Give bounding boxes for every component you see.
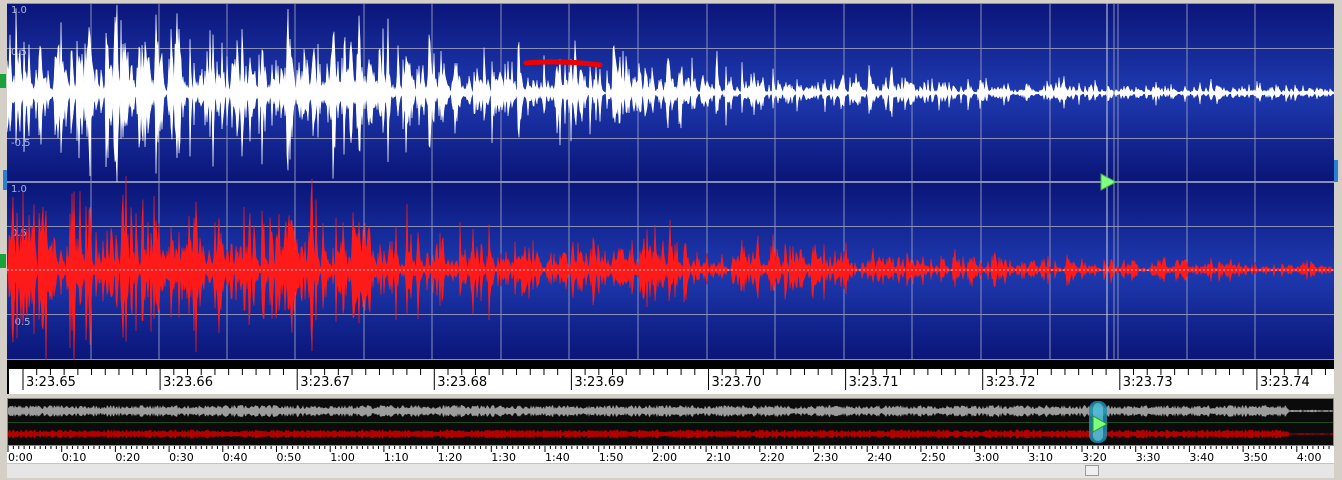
time-tick-label: 3:23.65 — [26, 375, 76, 390]
horizontal-scrollbar[interactable] — [7, 463, 1334, 478]
overview-tick-label: 0:10 — [62, 451, 87, 463]
overview-tick-label: 1:50 — [599, 451, 624, 463]
scrollbar-thumb[interactable] — [1085, 465, 1099, 476]
overview-tick-label: 0:30 — [169, 451, 194, 463]
overview-tick-label: 3:40 — [1189, 451, 1214, 463]
overview-tick-label: 0:00 — [8, 451, 33, 463]
overview-tick-label: 1:30 — [491, 451, 516, 463]
amplitude-label: -0.5 — [11, 138, 31, 149]
right-channel-marker[interactable] — [0, 254, 6, 268]
time-tick-label: 3:23.73 — [1123, 375, 1173, 390]
overview-tick-label: 2:30 — [814, 451, 839, 463]
overview-tick-label: 0:50 — [277, 451, 302, 463]
time-tick-label: 3:23.68 — [437, 375, 487, 390]
overview-tick-label: 1:40 — [545, 451, 570, 463]
time-tick-label: 3:23.74 — [1260, 375, 1310, 390]
overview-tick-label: 1:00 — [330, 451, 355, 463]
overview-tick-label: 3:30 — [1136, 451, 1161, 463]
waveform-canvas[interactable]: 1.00.50.0-0.51.00.50.0-0.5 — [7, 3, 1334, 360]
overview-tick-label: 0:20 — [115, 451, 140, 463]
overview-tick-label: 1:10 — [384, 451, 409, 463]
overview-tick-label: 2:40 — [867, 451, 892, 463]
amplitude-label: 1.0 — [11, 184, 27, 195]
amplitude-label: 1.0 — [11, 5, 27, 16]
overview-time-ruler[interactable]: 0:00 0:10 0:20 0:30 0:40 0:50 1:00 1:10 1:20 1:30… — [7, 446, 1334, 463]
overview-position-indicator[interactable] — [1089, 401, 1109, 443]
right-edge-marker[interactable] — [1334, 160, 1338, 182]
time-tick-label: 3:23.70 — [712, 375, 762, 390]
overview-tick-label: 2:00 — [652, 451, 677, 463]
overview-tick-label: 2:20 — [760, 451, 785, 463]
time-tick-label: 3:23.66 — [163, 375, 213, 390]
left-channel-marker[interactable] — [0, 74, 6, 88]
overview-tick-label: 0:40 — [223, 451, 248, 463]
overview-waveform[interactable] — [7, 398, 1334, 446]
time-tick-label: 3:23.72 — [986, 375, 1036, 390]
time-tick-label: 3:23.71 — [849, 375, 899, 390]
overview-tick-label: 2:10 — [706, 451, 731, 463]
overview-tick-label: 2:50 — [921, 451, 946, 463]
overview-tick-label: 3:20 — [1082, 451, 1107, 463]
overview-tick-label: 3:00 — [975, 451, 1000, 463]
time-tick-label: 3:23.67 — [300, 375, 350, 390]
left-channel-scroll-marker[interactable] — [3, 170, 7, 190]
time-tick-label: 3:23.69 — [574, 375, 624, 390]
waveform-view[interactable]: 1.00.50.0-0.51.00.50.0-0.5 — [7, 3, 1334, 360]
time-ruler[interactable]: 3:23.65 3:23.66 3:23.67 3:23.68 3:23.69 3:23.… — [7, 360, 1334, 394]
overview-tick-label: 3:50 — [1243, 451, 1268, 463]
overview-tick-label: 3:10 — [1028, 451, 1053, 463]
overview-tick-label: 4:00 — [1297, 451, 1322, 463]
overview-tick-label: 1:20 — [438, 451, 463, 463]
